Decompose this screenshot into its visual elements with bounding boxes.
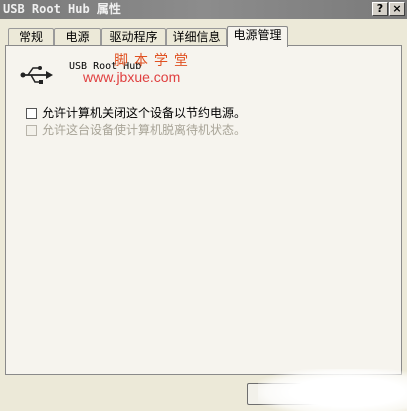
tab-general[interactable]: 常规 [8,28,54,46]
help-button[interactable]: ? [372,2,388,16]
watermark-url: www.jbxue.com [83,69,181,85]
allow-wake-label: 允许这台设备使计算机脱离待机状态。 [42,123,247,137]
tab-strip: 常规 电源 驱动程序 详细信息 电源管理 [0,26,407,47]
title-bar[interactable]: USB Root Hub 属性 ? × [0,0,407,19]
close-button[interactable]: × [389,2,405,16]
redaction-overlay [258,369,407,411]
allow-power-off-checkbox[interactable] [26,108,37,119]
allow-power-off-label[interactable]: 允许计算机关闭这个设备以节约电源。 [42,104,246,121]
tab-details[interactable]: 详细信息 [166,28,227,46]
window-title: USB Root Hub 属性 [3,2,121,16]
tab-power-management[interactable]: 电源管理 [227,26,288,47]
usb-icon [20,66,53,84]
tab-power[interactable]: 电源 [54,28,101,46]
tab-driver[interactable]: 驱动程序 [101,28,166,46]
allow-wake-checkbox[interactable] [26,125,37,136]
watermark-title: 脚本学堂 [114,53,194,69]
tab-panel-power-management: USB Root Hub 脚本学堂 www.jbxue.com 允许计算机关闭这… [5,45,402,375]
